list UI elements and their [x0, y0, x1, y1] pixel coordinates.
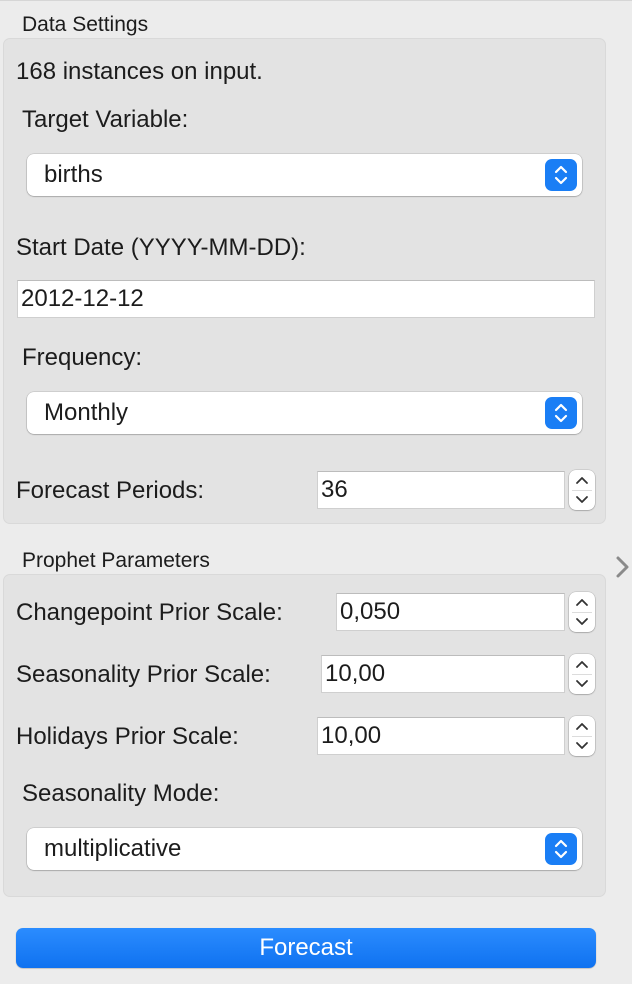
chevron-up-icon[interactable] — [569, 654, 595, 674]
seasonality-mode-label: Seasonality Mode: — [22, 780, 220, 807]
chevron-down-icon[interactable] — [569, 612, 595, 632]
forecast-periods-label: Forecast Periods: — [16, 477, 205, 504]
seasonality-prior-scale-input[interactable]: 10,00 — [321, 655, 565, 693]
holidays-prior-scale-stepper[interactable] — [569, 716, 595, 756]
chevron-up-icon[interactable] — [569, 470, 595, 490]
chevron-up-down-icon — [545, 833, 577, 865]
chevron-right-icon[interactable] — [612, 552, 632, 582]
chevron-up-down-icon — [545, 397, 577, 429]
forecast-periods-input[interactable]: 36 — [317, 471, 565, 509]
changepoint-prior-scale-value: 0,050 — [340, 598, 401, 625]
seasonality-prior-scale-label: Seasonality Prior Scale: — [16, 661, 271, 688]
frequency-label: Frequency: — [22, 344, 143, 371]
changepoint-prior-scale-input[interactable]: 0,050 — [336, 593, 565, 631]
seasonality-mode-select[interactable]: multiplicative — [27, 828, 582, 870]
holidays-prior-scale-value: 10,00 — [321, 722, 382, 749]
seasonality-prior-scale-value: 10,00 — [325, 660, 386, 687]
chevron-down-icon[interactable] — [569, 674, 595, 694]
target-variable-select[interactable]: births — [27, 154, 582, 196]
chevron-up-icon[interactable] — [569, 592, 595, 612]
seasonality-prior-scale-stepper[interactable] — [569, 654, 595, 694]
forecast-periods-value: 36 — [321, 476, 348, 503]
holidays-prior-scale-label: Holidays Prior Scale: — [16, 723, 239, 750]
frequency-value: Monthly — [44, 399, 129, 426]
start-date-value: 2012-12-12 — [21, 285, 144, 312]
data-settings-title: Data Settings — [22, 13, 149, 36]
chevron-up-icon[interactable] — [569, 716, 595, 736]
start-date-label: Start Date (YYYY-MM-DD): — [16, 234, 306, 261]
window-top-border — [0, 0, 632, 1]
chevron-up-down-icon — [545, 159, 577, 191]
forecast-button[interactable]: Forecast — [16, 928, 596, 968]
start-date-input[interactable]: 2012-12-12 — [17, 280, 595, 318]
chevron-down-icon[interactable] — [569, 490, 595, 510]
changepoint-prior-scale-label: Changepoint Prior Scale: — [16, 599, 283, 626]
frequency-select[interactable]: Monthly — [27, 392, 582, 434]
target-variable-label: Target Variable: — [22, 106, 189, 133]
target-variable-value: births — [44, 161, 103, 188]
chevron-down-icon[interactable] — [569, 736, 595, 756]
instances-info: 168 instances on input. — [16, 58, 263, 85]
forecast-periods-stepper[interactable] — [569, 470, 595, 510]
seasonality-mode-value: multiplicative — [44, 835, 182, 862]
changepoint-prior-scale-stepper[interactable] — [569, 592, 595, 632]
holidays-prior-scale-input[interactable]: 10,00 — [317, 717, 565, 755]
prophet-parameters-title: Prophet Parameters — [22, 549, 210, 572]
